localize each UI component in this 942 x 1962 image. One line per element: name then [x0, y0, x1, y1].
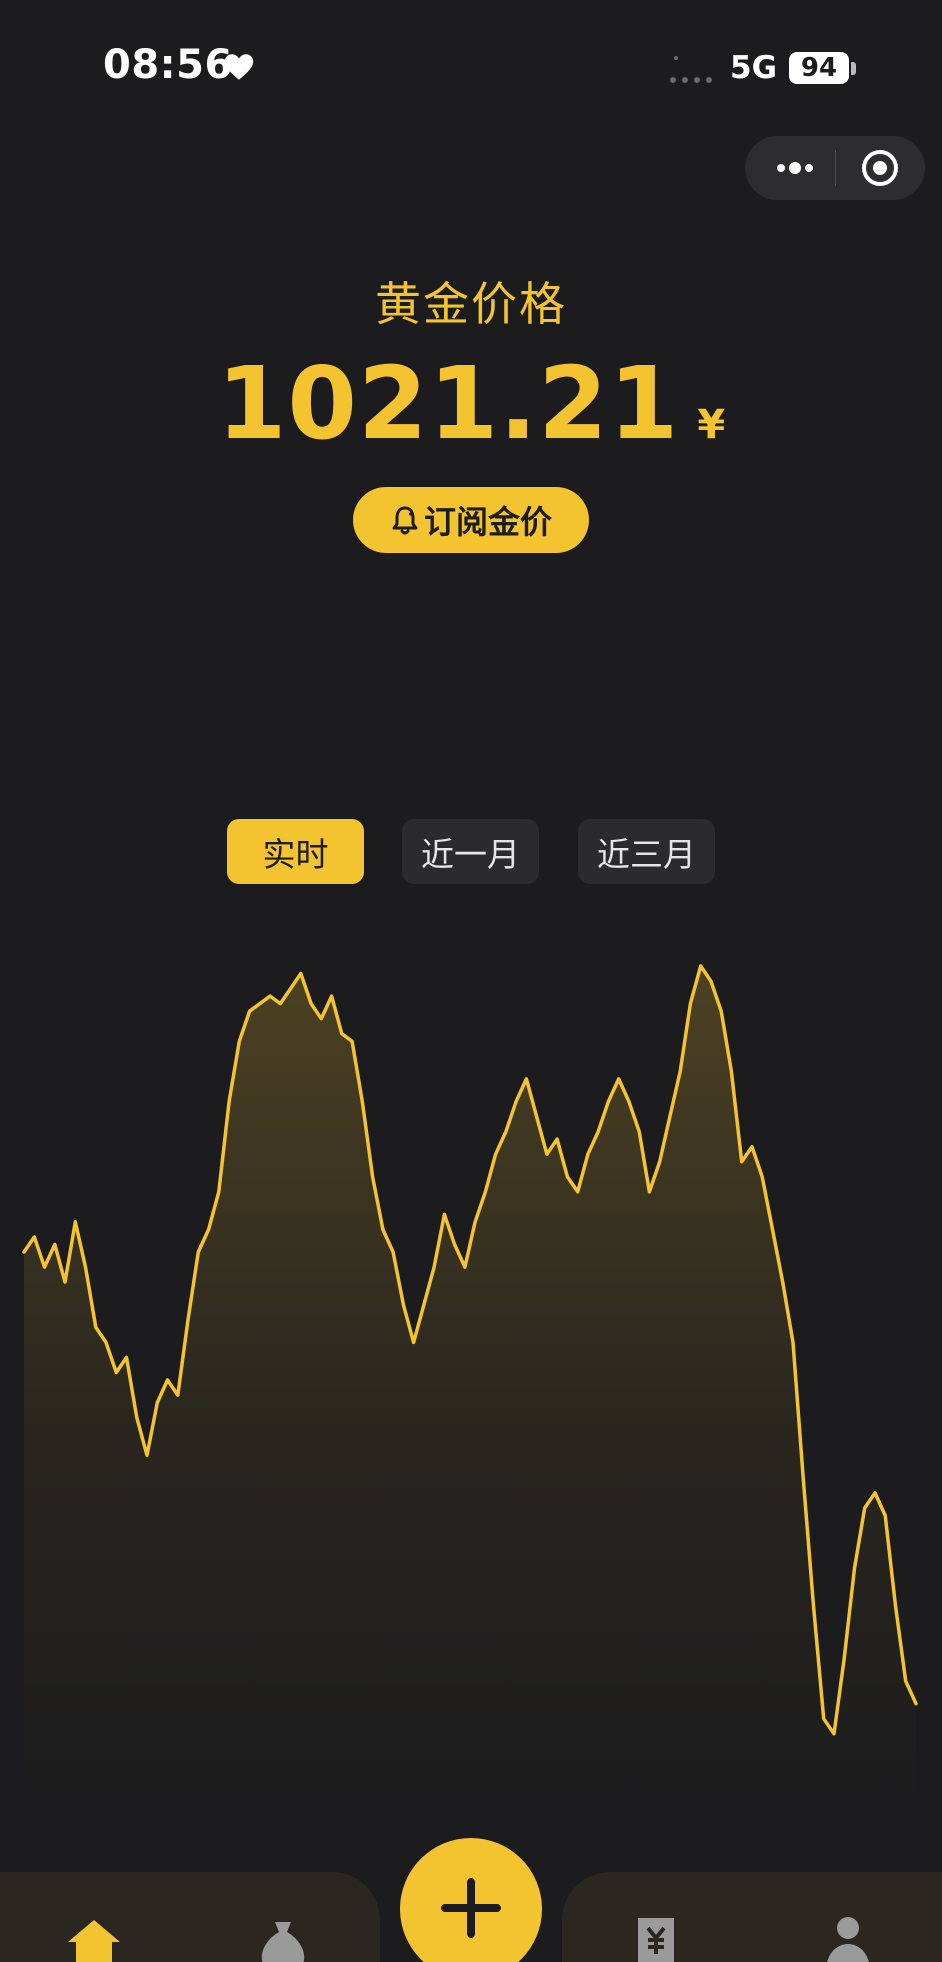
heart-icon [224, 54, 254, 80]
subscribe-button[interactable]: 订阅金价 [353, 487, 589, 553]
network-type: 5G [730, 50, 778, 86]
chart-area-fill [24, 966, 916, 1810]
nav-left-panel [0, 1872, 380, 1962]
money-bag-icon[interactable] [253, 1914, 313, 1962]
price-chart [22, 964, 918, 1810]
battery-cap [851, 62, 856, 75]
bell-icon [392, 506, 418, 535]
page-title: 黄金价格 [375, 277, 567, 331]
tab-realtime[interactable]: 实时 [227, 819, 364, 884]
add-icon [441, 1878, 501, 1938]
status-time: 08:56 [103, 42, 233, 88]
signal-icon [670, 56, 712, 83]
battery-indicator: 94 [789, 52, 849, 84]
home-icon[interactable] [64, 1914, 124, 1962]
subscribe-label: 订阅金价 [423, 503, 552, 541]
add-button[interactable] [400, 1838, 542, 1962]
tab-last-three-months[interactable]: 近三月 [578, 819, 715, 884]
currency-symbol: ¥ [697, 402, 726, 448]
nav-right-panel [562, 1872, 942, 1962]
price-display: 1021.21 ¥ [0, 345, 942, 462]
target-icon[interactable] [845, 136, 915, 200]
receipt-icon[interactable] [626, 1914, 686, 1962]
tab-last-month[interactable]: 近一月 [402, 819, 539, 884]
user-icon[interactable] [818, 1914, 878, 1962]
more-icon[interactable] [759, 136, 827, 200]
gold-price: 1021.21 [216, 345, 680, 462]
capsule-menu [745, 136, 925, 200]
screen: 08:56 5G 94 黄金价格 1021.21 ¥ 订阅金价 实时 近一月 近… [0, 0, 942, 1962]
status-bar: 08:56 5G 94 [0, 0, 942, 140]
capsule-divider [835, 150, 836, 186]
